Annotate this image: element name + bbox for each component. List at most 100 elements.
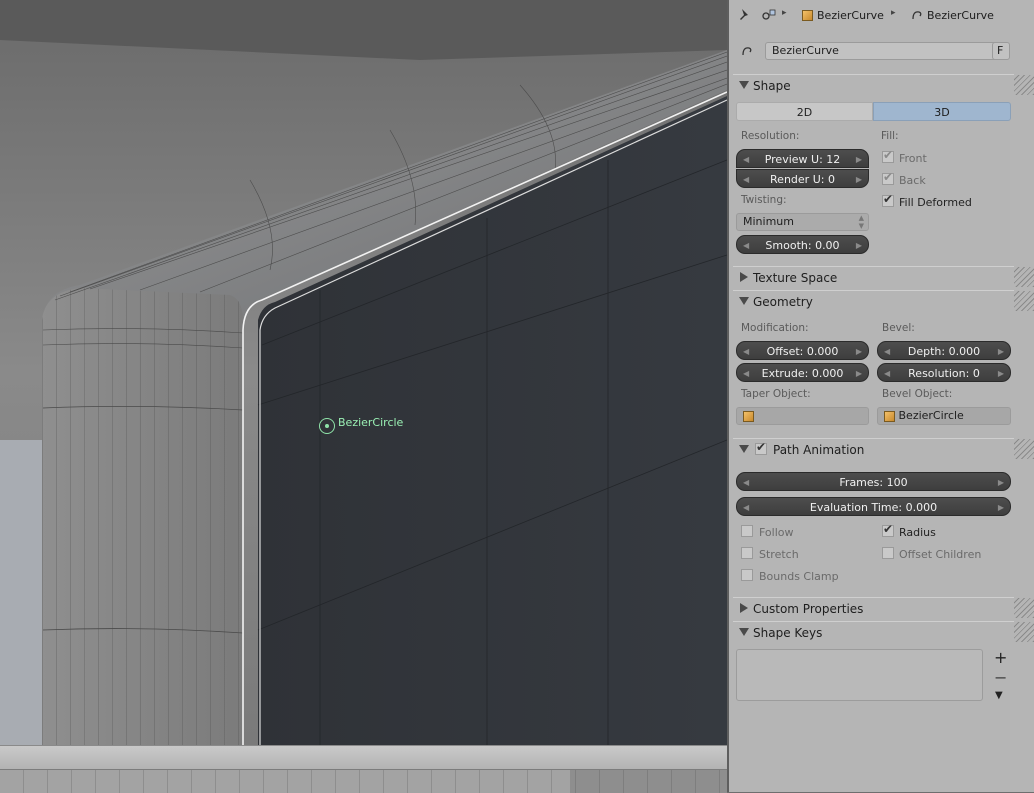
panel-drag-grip[interactable] <box>1014 75 1034 95</box>
bounds-clamp-checkbox[interactable] <box>741 569 753 581</box>
increment-arrow-icon[interactable]: ▶ <box>856 364 862 383</box>
bevel-resolution-field[interactable]: ◀ Resolution: 0 ▶ <box>877 363 1011 382</box>
panel-header-geometry[interactable]: Geometry <box>733 290 1034 313</box>
extrude-value: Extrude: 0.000 <box>761 367 844 380</box>
increment-arrow-icon[interactable]: ▶ <box>856 170 862 189</box>
bevel-object-label: Bevel Object: <box>882 388 953 400</box>
panel-title-texture-space: Texture Space <box>753 271 838 285</box>
object-cube-icon <box>802 10 813 21</box>
timeline-bar[interactable] <box>0 769 727 793</box>
offset-children-checkbox[interactable] <box>882 547 894 559</box>
breadcrumb-arrow-icon: ▸ <box>782 8 787 18</box>
fill-back-checkbox[interactable] <box>882 170 894 185</box>
collapse-triangle-icon[interactable] <box>739 628 749 636</box>
panel-title-custom-properties: Custom Properties <box>753 602 864 616</box>
fake-user-button[interactable]: F <box>992 42 1010 60</box>
decrement-arrow-icon[interactable]: ◀ <box>743 170 749 189</box>
3d-viewport[interactable]: BezierCircle <box>0 0 727 745</box>
decrement-arrow-icon[interactable]: ◀ <box>743 473 749 492</box>
increment-arrow-icon[interactable]: ▶ <box>856 236 862 255</box>
object-origin-icon[interactable] <box>319 418 335 434</box>
viewport-scene <box>0 0 727 745</box>
evaluation-time-value: Evaluation Time: 0.000 <box>809 501 938 514</box>
collapse-triangle-icon[interactable] <box>739 297 749 305</box>
taper-object-field[interactable] <box>736 407 869 425</box>
panel-title-geometry: Geometry <box>753 295 813 309</box>
increment-arrow-icon[interactable]: ▶ <box>998 473 1004 492</box>
path-animation-checkbox[interactable] <box>755 440 767 455</box>
datablock-name-field[interactable]: BezierCurve <box>765 42 1009 60</box>
context-path-bar: ▸ BezierCurve ▸ BezierCurve <box>729 6 1034 26</box>
render-u-field[interactable]: ◀ Render U: 0 ▶ <box>736 169 869 188</box>
offset-children-label: Offset Children <box>899 548 982 561</box>
frames-field[interactable]: ◀ Frames: 100 ▶ <box>736 472 1011 491</box>
bounds-clamp-label: Bounds Clamp <box>759 570 839 583</box>
fill-front-checkbox[interactable] <box>882 148 894 163</box>
panel-header-shape-keys[interactable]: Shape Keys <box>733 621 1034 644</box>
panel-header-path-animation[interactable]: Path Animation <box>733 438 1034 461</box>
properties-editor[interactable]: ▸ BezierCurve ▸ BezierCurve BezierCurve … <box>727 0 1034 792</box>
increment-arrow-icon[interactable]: ▶ <box>998 342 1004 361</box>
increment-arrow-icon[interactable]: ▶ <box>856 150 862 169</box>
radius-label: Radius <box>899 526 936 539</box>
decrement-arrow-icon[interactable]: ◀ <box>743 342 749 361</box>
collapse-triangle-icon[interactable] <box>739 445 749 453</box>
panel-drag-grip[interactable] <box>1014 598 1034 618</box>
updown-arrows-icon: ▲ ▼ <box>858 214 864 230</box>
breadcrumb-data[interactable]: BezierCurve <box>927 9 994 22</box>
increment-arrow-icon[interactable]: ▶ <box>856 342 862 361</box>
smooth-field[interactable]: ◀ Smooth: 0.00 ▶ <box>736 235 869 254</box>
increment-arrow-icon[interactable]: ▶ <box>998 498 1004 517</box>
decrement-arrow-icon[interactable]: ◀ <box>743 236 749 255</box>
panel-title-shape: Shape <box>753 79 791 93</box>
preview-u-value: Preview U: 12 <box>764 153 841 166</box>
follow-checkbox[interactable] <box>741 525 753 537</box>
decrement-arrow-icon[interactable]: ◀ <box>884 342 890 361</box>
viewport-header-bar[interactable] <box>0 745 727 770</box>
decrement-arrow-icon[interactable]: ◀ <box>884 364 890 383</box>
dimension-3d-button[interactable]: 3D <box>873 102 1011 121</box>
bevel-object-value: BezierCircle <box>898 409 964 422</box>
dimension-2d-button[interactable]: 2D <box>736 102 873 121</box>
curve-datablock-icon <box>742 47 752 56</box>
bevel-depth-value: Depth: 0.000 <box>907 345 981 358</box>
twisting-dropdown[interactable]: Minimum ▲ ▼ <box>736 213 869 231</box>
taper-object-label: Taper Object: <box>741 388 811 400</box>
breadcrumb-object[interactable]: BezierCurve <box>817 9 884 22</box>
panel-header-custom-properties[interactable]: Custom Properties <box>733 597 1034 620</box>
expand-triangle-icon[interactable] <box>740 272 748 282</box>
add-shape-key-icon[interactable]: + <box>994 648 1007 667</box>
bevel-depth-field[interactable]: ◀ Depth: 0.000 ▶ <box>877 341 1011 360</box>
timeline-strip[interactable] <box>0 745 727 793</box>
fill-back-label: Back <box>899 174 926 187</box>
panel-drag-grip[interactable] <box>1014 439 1034 459</box>
expand-triangle-icon[interactable] <box>740 603 748 613</box>
panel-drag-grip[interactable] <box>1014 267 1034 287</box>
bevel-resolution-value: Resolution: 0 <box>908 367 980 380</box>
decrement-arrow-icon[interactable]: ◀ <box>743 498 749 517</box>
collapse-triangle-icon[interactable] <box>739 81 749 89</box>
fill-deformed-checkbox[interactable] <box>882 192 894 207</box>
panel-header-texture-space[interactable]: Texture Space <box>733 266 1034 289</box>
panel-drag-grip[interactable] <box>1014 291 1034 311</box>
stretch-checkbox[interactable] <box>741 547 753 559</box>
increment-arrow-icon[interactable]: ▶ <box>998 364 1004 383</box>
decrement-arrow-icon[interactable]: ◀ <box>743 364 749 383</box>
panel-drag-grip[interactable] <box>1014 622 1034 642</box>
evaluation-time-field[interactable]: ◀ Evaluation Time: 0.000 ▶ <box>736 497 1011 516</box>
bevel-object-field[interactable]: BezierCircle <box>877 407 1011 425</box>
offset-field[interactable]: ◀ Offset: 0.000 ▶ <box>736 341 869 360</box>
pin-icon[interactable] <box>738 8 752 22</box>
shape-key-specials-icon[interactable]: ▼ <box>995 690 1003 701</box>
preview-u-field[interactable]: ◀ Preview U: 12 ▶ <box>736 149 869 168</box>
decrement-arrow-icon[interactable]: ◀ <box>743 150 749 169</box>
render-u-value: Render U: 0 <box>770 173 835 186</box>
extrude-field[interactable]: ◀ Extrude: 0.000 ▶ <box>736 363 869 382</box>
radius-checkbox[interactable] <box>882 522 894 537</box>
remove-shape-key-icon[interactable]: − <box>994 668 1007 687</box>
panel-header-shape[interactable]: Shape <box>733 74 1034 97</box>
object-cube-icon <box>743 410 754 422</box>
object-label: BezierCircle <box>338 416 404 429</box>
curve-data-icon <box>762 9 776 20</box>
shape-keys-list[interactable] <box>736 649 983 701</box>
